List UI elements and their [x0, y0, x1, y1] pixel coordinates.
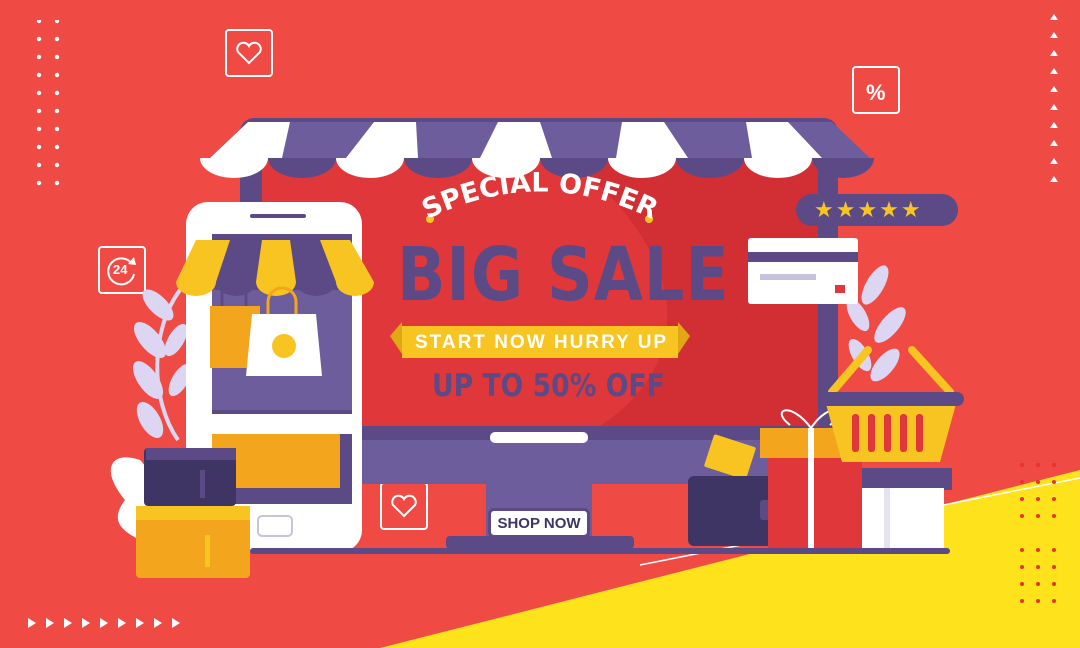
clock-24-label: 24 [113, 262, 128, 277]
monitor-indicator [490, 432, 588, 443]
credit-card [748, 238, 858, 304]
laurel-plant-left [132, 288, 192, 442]
headline: BIG SALE [397, 232, 730, 318]
box-right [862, 468, 952, 548]
dot-grid-left [24, 20, 68, 188]
heart-icon-small [380, 482, 428, 530]
heart-icon [225, 29, 273, 77]
percent-icon-glyph: % [866, 80, 886, 105]
rating-stars-icon: ★★★★★ [814, 197, 923, 222]
phone-awning [176, 240, 374, 296]
discount-text: UP TO 50% OFF [432, 368, 665, 404]
ribbon-text: START NOW HURRY UP [415, 332, 669, 353]
boxes-left [136, 448, 250, 578]
triangle-row-bottom [28, 618, 180, 628]
sale-banner: SPECIAL OFFER BIG SALE START NOW HURRY U… [0, 0, 1080, 648]
phone-home-button [257, 515, 293, 537]
triangle-column-right [1050, 14, 1058, 182]
desk-line [250, 548, 950, 554]
banner-illustration: SPECIAL OFFER [24, 14, 1080, 648]
shop-now-button[interactable]: SHOP NOW [488, 508, 590, 538]
